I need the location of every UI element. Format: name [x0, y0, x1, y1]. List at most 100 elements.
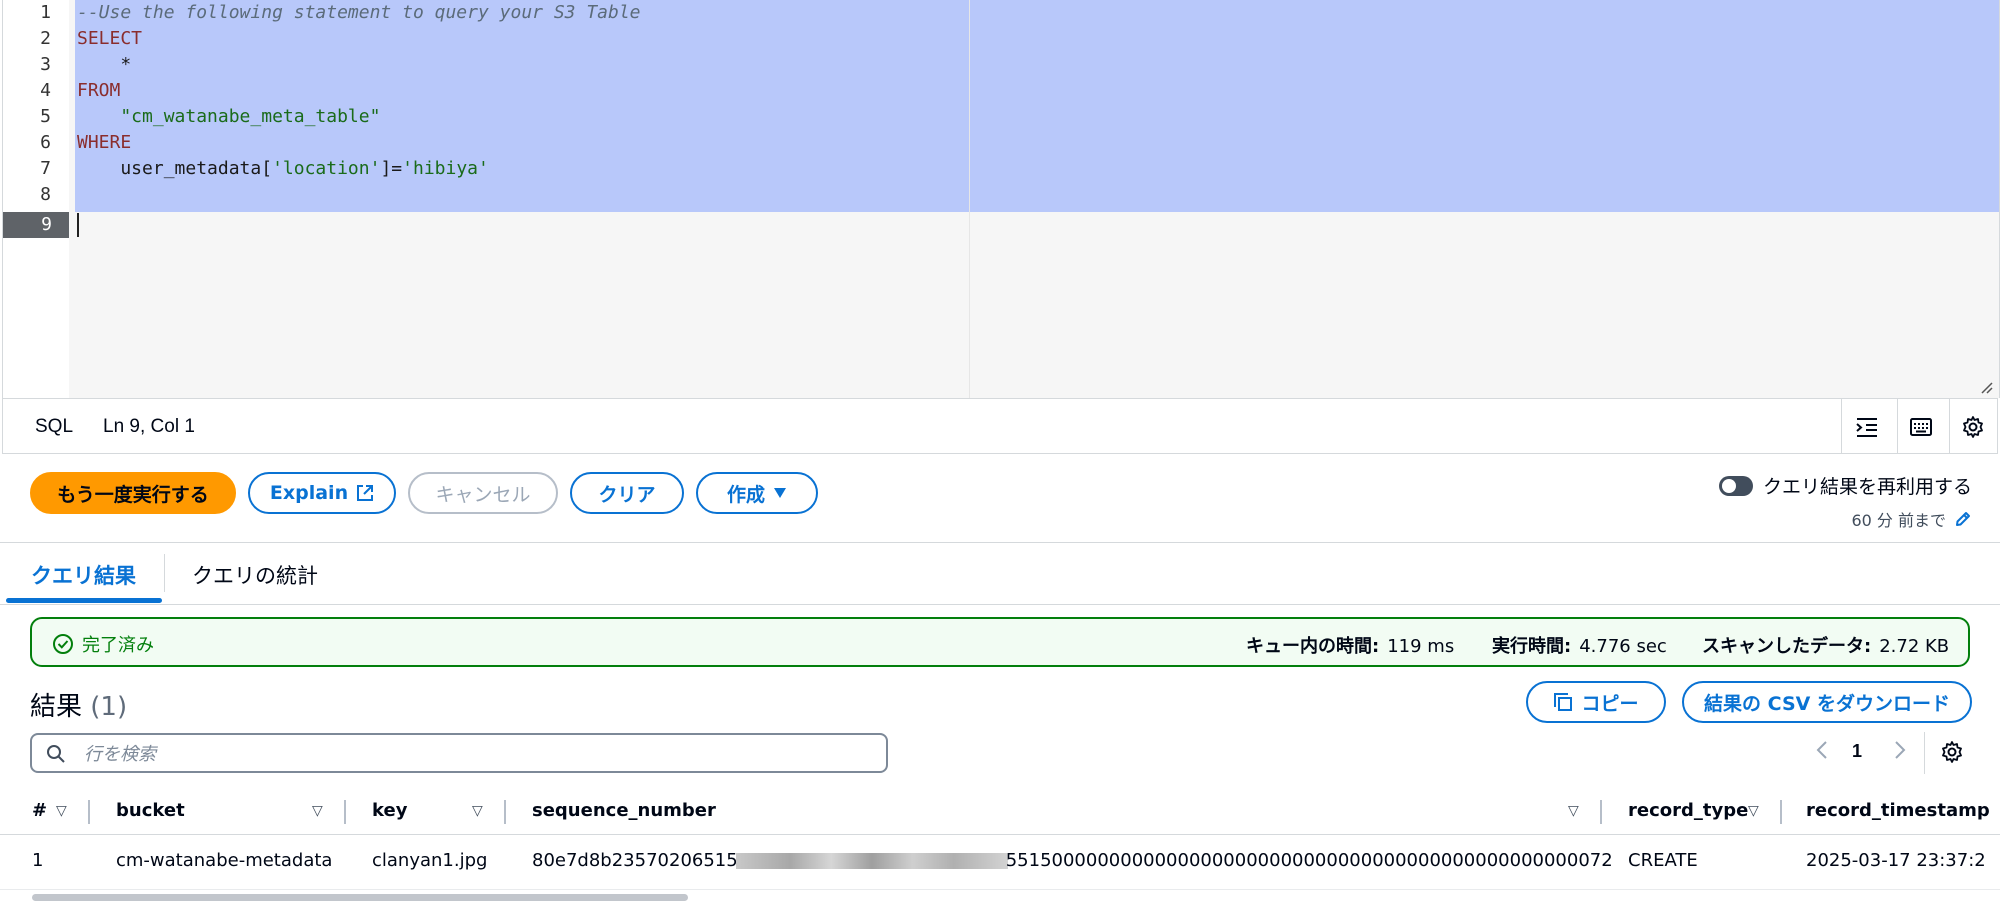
active-tab-indicator [6, 598, 162, 603]
cancel-button[interactable]: キャンセル [408, 472, 558, 514]
code-line: 1 --Use the following statement to query… [3, 0, 1999, 26]
clear-button[interactable]: クリア [570, 472, 684, 514]
tab-divider [164, 554, 165, 592]
line-number: 7 [40, 158, 51, 179]
scanned-data-value: 2.72 KB [1879, 636, 1950, 657]
code-line-active: 9 [3, 212, 1999, 238]
pencil-icon[interactable] [1954, 510, 1972, 528]
cell-key: clanyan1.jpg [372, 850, 488, 871]
column-header-index[interactable]: # [32, 800, 47, 821]
code-comment: --Use the following statement to query y… [77, 2, 641, 23]
table-preferences-gear-icon[interactable] [1940, 740, 1964, 769]
line-number: 6 [40, 132, 51, 153]
resize-handle[interactable] [1979, 380, 1993, 394]
line-number: 3 [40, 54, 51, 75]
indent-icon[interactable] [1847, 407, 1887, 447]
editor-statusbar: SQL Ln 9, Col 1 [2, 398, 1998, 454]
code-line: 4 FROM [3, 78, 1999, 104]
create-dropdown-button[interactable]: 作成 [696, 472, 818, 514]
code-line: 8 [3, 182, 1999, 208]
text-cursor [77, 213, 79, 237]
cancel-button-label: キャンセル [435, 483, 531, 506]
sql-editor[interactable]: 1 --Use the following statement to query… [2, 0, 2000, 398]
code-keyword: FROM [77, 80, 121, 101]
divider [1897, 399, 1898, 453]
copy-button-label: コピー [1581, 692, 1639, 715]
column-header-record-type[interactable]: record_type [1628, 800, 1748, 821]
sort-icon[interactable]: ▽ [312, 802, 323, 819]
keyboard-icon[interactable] [1901, 407, 1941, 447]
queue-time-value: 119 ms [1387, 636, 1455, 657]
divider [1841, 399, 1842, 453]
copy-button[interactable]: コピー [1526, 681, 1666, 723]
reuse-results-toggle[interactable] [1718, 475, 1753, 496]
reuse-results-label: クエリ結果を再利用する [1762, 476, 1972, 498]
line-number: 4 [40, 80, 51, 101]
explain-button[interactable]: Explain [248, 472, 396, 514]
execution-time-value: 4.776 sec [1579, 636, 1667, 657]
check-circle-icon [53, 634, 73, 654]
status-text: 完了済み [82, 635, 154, 656]
code-text: * [77, 54, 132, 75]
page-number[interactable]: 1 [1852, 741, 1862, 762]
code-line: 5 "cm_watanabe_meta_table" [3, 104, 1999, 130]
rerun-button[interactable]: もう一度実行する [30, 472, 236, 514]
code-line: 2 SELECT [3, 26, 1999, 52]
column-resizer[interactable] [1780, 800, 1782, 824]
explain-button-label: Explain [269, 482, 349, 504]
code-line: 6 WHERE [3, 130, 1999, 156]
horizontal-scrollbar[interactable] [32, 894, 688, 901]
caret-down-icon [774, 488, 786, 498]
code-line: 3 * [3, 52, 1999, 78]
column-resizer[interactable] [504, 800, 506, 824]
create-button-label: 作成 [726, 483, 765, 506]
search-input[interactable] [82, 739, 866, 769]
cell-record-type: CREATE [1628, 850, 1698, 871]
scanned-data: スキャンしたデータ: 2.72 KB [1702, 632, 1949, 658]
line-number-active: 9 [3, 212, 69, 238]
line-number: 5 [40, 106, 51, 127]
sequence-prefix: 80e7d8b23570206515 [532, 850, 738, 871]
tab-query-results[interactable]: クエリ結果 [31, 560, 136, 590]
code-expression: user_metadata['location']='hibiya' [77, 156, 489, 182]
download-csv-label: 結果の CSV をダウンロード [1704, 692, 1950, 715]
code-text: ]= [380, 158, 403, 179]
table-row[interactable]: 1 cm-watanabe-metadata clanyan1.jpg 80e7… [0, 835, 2000, 890]
code-string: "cm_watanabe_meta_table" [77, 106, 381, 127]
column-header-record-timestamp[interactable]: record_timestamp [1806, 800, 1990, 821]
queue-time: キュー内の時間: 119 ms [1246, 632, 1454, 658]
line-number: 1 [40, 2, 51, 23]
code-string: 'hibiya' [402, 158, 489, 179]
column-header-sequence-number[interactable]: sequence_number [532, 800, 716, 821]
column-resizer[interactable] [1600, 800, 1602, 824]
reuse-results-toggle-row[interactable]: クエリ結果を再利用する [1718, 472, 1972, 499]
search-icon [47, 745, 65, 763]
gear-icon[interactable] [1953, 407, 1993, 447]
prev-page-icon[interactable] [1816, 740, 1828, 765]
sort-icon[interactable]: ▽ [1568, 802, 1579, 819]
column-resizer[interactable] [344, 800, 346, 824]
column-header-key[interactable]: key [372, 800, 407, 821]
rerun-button-label: もう一度実行する [57, 483, 209, 506]
tab-query-stats[interactable]: クエリの統計 [192, 560, 318, 590]
results-heading: 結果 (1) [30, 686, 127, 723]
next-page-icon[interactable] [1894, 740, 1906, 765]
execution-time: 実行時間: 4.776 sec [1492, 632, 1667, 658]
table-header: # ▽ bucket ▽ key ▽ sequence_number ▽ rec… [0, 790, 2000, 835]
code-string: 'location' [272, 158, 381, 179]
sort-icon[interactable]: ▽ [56, 802, 67, 819]
column-header-bucket[interactable]: bucket [116, 800, 185, 821]
queue-time-label: キュー内の時間: [1246, 636, 1380, 657]
results-count: (1) [90, 692, 128, 722]
divider [1924, 732, 1925, 774]
download-csv-button[interactable]: 結果の CSV をダウンロード [1682, 681, 1972, 723]
sort-icon[interactable]: ▽ [472, 802, 483, 819]
line-number: 2 [40, 28, 51, 49]
sort-icon[interactable]: ▽ [1748, 802, 1759, 819]
redacted-blur [735, 853, 1008, 869]
column-resizer[interactable] [88, 800, 90, 824]
language-label: SQL [35, 416, 74, 437]
cell-record-timestamp: 2025-03-17 23:37:2 [1806, 850, 1986, 871]
execution-time-label: 実行時間: [1492, 636, 1572, 657]
query-status-banner: 完了済み キュー内の時間: 119 ms 実行時間: 4.776 sec スキャンし… [30, 617, 1970, 667]
